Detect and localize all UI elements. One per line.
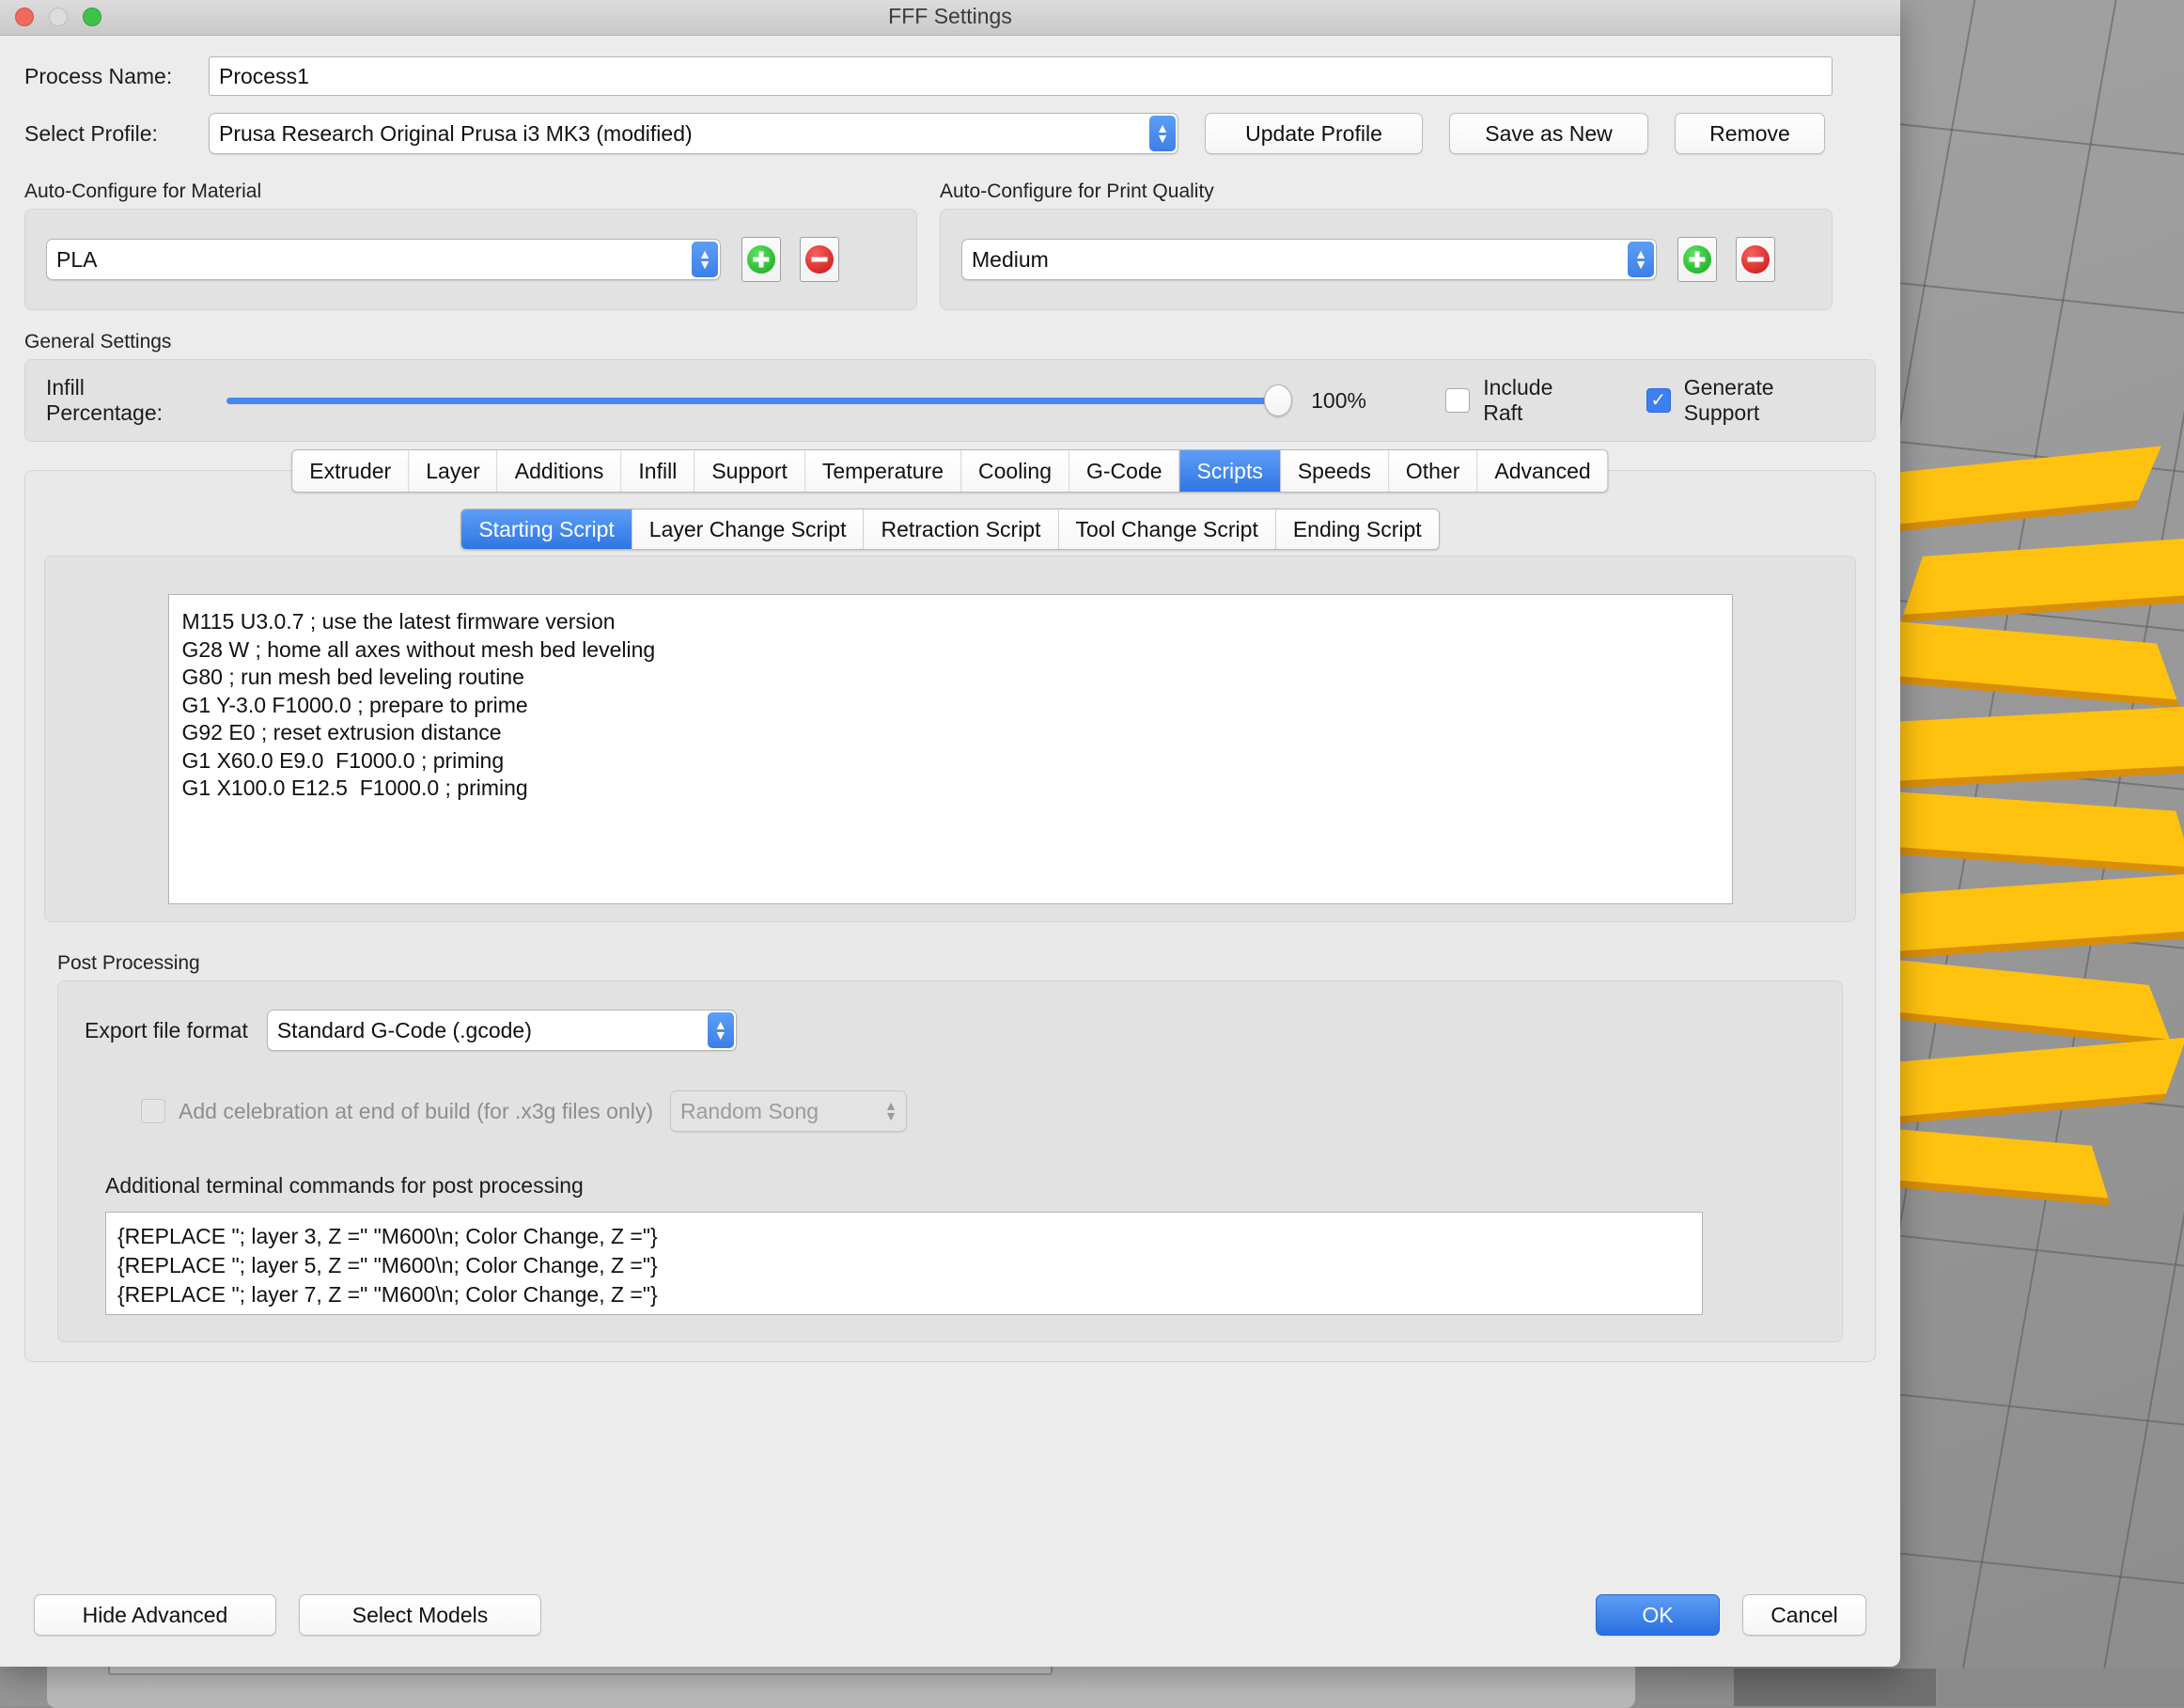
add-celebration-label: Add celebration at end of build (for .x3… <box>179 1099 653 1124</box>
subtab-retraction-script[interactable]: Retraction Script <box>864 509 1058 549</box>
tab-speeds[interactable]: Speeds <box>1281 450 1389 492</box>
tab-infill[interactable]: Infill <box>621 450 694 492</box>
generate-support-checkbox[interactable]: ✓ <box>1646 388 1671 413</box>
subtab-layer-change-script[interactable]: Layer Change Script <box>632 509 865 549</box>
select-profile-value: Prusa Research Original Prusa i3 MK3 (mo… <box>219 121 693 147</box>
main-tab-bar[interactable]: Extruder Layer Additions Infill Support … <box>291 449 1608 493</box>
slider-knob[interactable] <box>1264 384 1292 416</box>
celebration-song-dropdown: Random Song ▲▼ <box>670 1090 907 1132</box>
material-group-label: Auto-Configure for Material <box>24 180 917 203</box>
dialog-title: FFF Settings <box>0 0 1900 32</box>
chevron-updown-icon: ▲▼ <box>878 1093 904 1129</box>
remove-quality-button[interactable] <box>1736 237 1775 282</box>
generate-support-checkbox-row[interactable]: ✓ Generate Support <box>1646 375 1854 426</box>
3d-model-object[interactable] <box>1861 461 2184 1250</box>
celebration-row: Add celebration at end of build (for .x3… <box>85 1090 1816 1132</box>
generate-support-label: Generate Support <box>1684 375 1854 426</box>
export-format-value: Standard G-Code (.gcode) <box>277 1018 532 1043</box>
tab-gcode[interactable]: G-Code <box>1069 450 1180 492</box>
window-controls[interactable] <box>15 8 101 26</box>
celebration-song-value: Random Song <box>680 1099 819 1124</box>
tab-cooling[interactable]: Cooling <box>961 450 1069 492</box>
select-models-button[interactable]: Select Models <box>299 1594 541 1636</box>
plus-circle-icon <box>1683 245 1711 274</box>
chevron-updown-icon: ▲▼ <box>692 242 718 277</box>
dialog-footer: Hide Advanced Select Models OK Cancel <box>0 1563 1900 1667</box>
select-profile-dropdown[interactable]: Prusa Research Original Prusa i3 MK3 (mo… <box>209 113 1178 154</box>
general-settings-label: General Settings <box>24 331 1876 353</box>
slider-track <box>226 398 1285 404</box>
infill-percentage-slider[interactable] <box>226 386 1285 415</box>
zoom-button[interactable] <box>83 8 101 26</box>
minus-circle-icon <box>805 245 834 274</box>
tab-other[interactable]: Other <box>1389 450 1478 492</box>
post-processing-label: Post Processing <box>57 952 1843 975</box>
starting-script-textarea[interactable]: M115 U3.0.7 ; use the latest firmware ve… <box>168 594 1733 904</box>
general-settings-group: General Settings Infill Percentage: 100%… <box>24 331 1876 442</box>
infill-percentage-label: Infill Percentage: <box>46 375 206 426</box>
tab-layer[interactable]: Layer <box>409 450 498 492</box>
terminal-commands-block: Additional terminal commands for post pr… <box>85 1173 1816 1315</box>
add-celebration-checkbox <box>141 1099 165 1123</box>
script-sub-tab-bar[interactable]: Starting Script Layer Change Script Retr… <box>44 509 1856 550</box>
add-quality-button[interactable] <box>1677 237 1717 282</box>
subtab-ending-script[interactable]: Ending Script <box>1276 509 1439 549</box>
chevron-updown-icon: ▲▼ <box>1149 116 1176 151</box>
ok-button[interactable]: OK <box>1596 1594 1720 1636</box>
quality-dropdown[interactable]: Medium ▲▼ <box>961 239 1657 280</box>
minimize-button[interactable] <box>49 8 68 26</box>
include-raft-label: Include Raft <box>1483 375 1598 426</box>
remove-profile-button[interactable]: Remove <box>1675 113 1825 154</box>
tab-temperature[interactable]: Temperature <box>805 450 961 492</box>
material-group: Auto-Configure for Material PLA ▲▼ <box>24 180 917 310</box>
tab-scripts[interactable]: Scripts <box>1180 450 1281 492</box>
process-name-input[interactable]: Process1 <box>209 56 1833 96</box>
add-material-button[interactable] <box>741 237 781 282</box>
process-name-label: Process Name: <box>24 64 209 89</box>
save-as-new-button[interactable]: Save as New <box>1449 113 1648 154</box>
background-toolbar-left <box>1734 1669 1936 1706</box>
auto-configure-row: Auto-Configure for Material PLA ▲▼ Auto-… <box>24 180 1876 310</box>
tab-advanced[interactable]: Advanced <box>1477 450 1607 492</box>
subtab-tool-change-script[interactable]: Tool Change Script <box>1059 509 1276 549</box>
process-name-row: Process Name: Process1 <box>24 56 1876 96</box>
terminal-commands-textarea[interactable]: {REPLACE "; layer 3, Z =" "M600\n; Color… <box>105 1212 1703 1315</box>
export-format-label: Export file format <box>85 1018 248 1043</box>
script-editor-container: M115 U3.0.7 ; use the latest firmware ve… <box>44 556 1856 922</box>
quality-value: Medium <box>972 247 1049 273</box>
tab-support[interactable]: Support <box>694 450 805 492</box>
select-profile-row: Select Profile: Prusa Research Original … <box>24 113 1876 154</box>
quality-group-label: Auto-Configure for Print Quality <box>940 180 1833 203</box>
subtab-starting-script[interactable]: Starting Script <box>461 509 632 549</box>
close-button[interactable] <box>15 8 34 26</box>
quality-group: Auto-Configure for Print Quality Medium … <box>940 180 1833 310</box>
select-profile-label: Select Profile: <box>24 121 209 147</box>
cancel-button[interactable]: Cancel <box>1742 1594 1866 1636</box>
update-profile-button[interactable]: Update Profile <box>1205 113 1423 154</box>
fff-settings-dialog: FFF Settings Process Name: Process1 Sele… <box>0 0 1900 1667</box>
export-format-dropdown[interactable]: Standard G-Code (.gcode) ▲▼ <box>267 1010 737 1051</box>
dialog-titlebar[interactable]: FFF Settings <box>0 0 1900 36</box>
infill-percentage-value: 100% <box>1311 388 1396 414</box>
background-toolbar-right <box>1938 1669 2184 1706</box>
hide-advanced-button[interactable]: Hide Advanced <box>34 1594 276 1636</box>
tab-additions[interactable]: Additions <box>498 450 622 492</box>
post-processing-group: Post Processing Export file format Stand… <box>44 952 1856 1342</box>
tab-extruder[interactable]: Extruder <box>292 450 409 492</box>
chevron-updown-icon: ▲▼ <box>1628 242 1654 277</box>
material-value: PLA <box>56 247 97 273</box>
export-format-row: Export file format Standard G-Code (.gco… <box>85 1010 1816 1051</box>
settings-tab-panel: Extruder Layer Additions Infill Support … <box>24 470 1876 1362</box>
include-raft-checkbox-row[interactable]: Include Raft <box>1445 375 1597 426</box>
plus-circle-icon <box>747 245 775 274</box>
chevron-updown-icon: ▲▼ <box>708 1012 734 1048</box>
remove-material-button[interactable] <box>800 237 839 282</box>
material-dropdown[interactable]: PLA ▲▼ <box>46 239 721 280</box>
include-raft-checkbox[interactable] <box>1445 388 1470 413</box>
terminal-commands-label: Additional terminal commands for post pr… <box>105 1173 1816 1199</box>
minus-circle-icon <box>1741 245 1770 274</box>
